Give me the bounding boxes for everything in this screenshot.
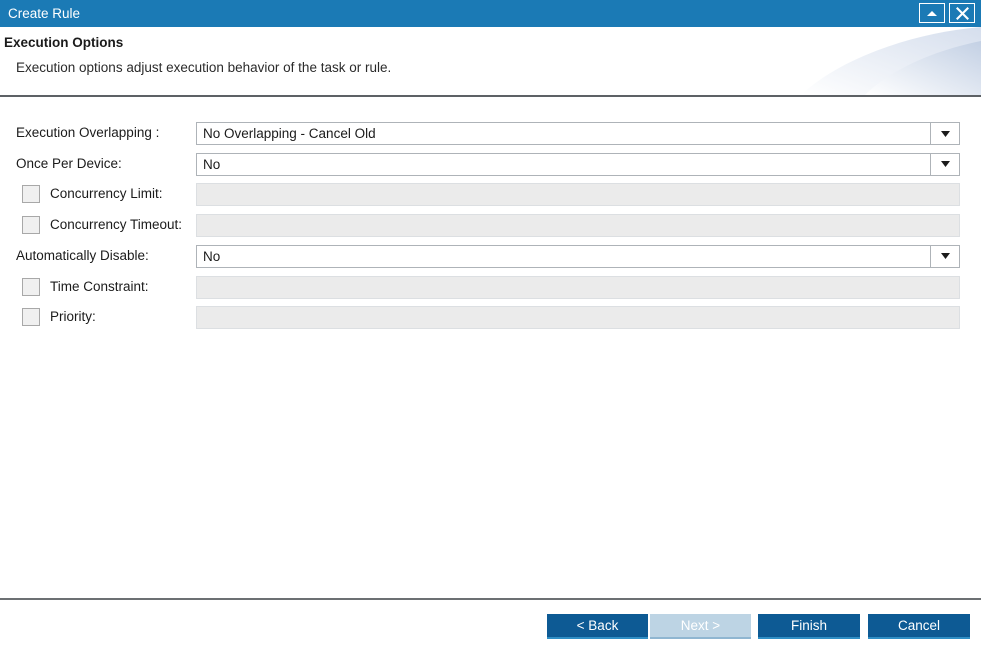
next-button[interactable]: Next >	[650, 614, 751, 639]
value-execution-overlapping: No Overlapping - Cancel Old	[203, 126, 376, 141]
execution-options-form: Execution Overlapping : No Overlapping - …	[0, 95, 981, 598]
checkbox-concurrency-timeout[interactable]	[22, 216, 40, 235]
window-title: Create Rule	[8, 6, 81, 21]
close-button[interactable]	[949, 3, 975, 23]
value-concurrency-timeout	[203, 215, 923, 236]
form-row-concurrency-limit: Concurrency Limit:	[0, 181, 981, 207]
form-row-execution-overlapping: Execution Overlapping : No Overlapping - …	[0, 120, 981, 146]
label-once-per-device: Once Per Device:	[16, 155, 122, 171]
input-concurrency-timeout	[196, 214, 960, 238]
back-button[interactable]: < Back	[547, 614, 648, 639]
value-priority	[203, 307, 923, 328]
checkbox-concurrency-limit[interactable]	[22, 185, 40, 204]
label-concurrency-timeout: Concurrency Timeout:	[50, 217, 183, 233]
checkbox-priority[interactable]	[22, 308, 40, 327]
label-concurrency-limit: Concurrency Limit:	[50, 186, 163, 202]
value-concurrency-limit	[203, 184, 923, 205]
page-title: Execution Options	[4, 35, 124, 50]
dropdown-once-per-device[interactable]: No	[196, 152, 960, 176]
close-x-icon	[955, 6, 969, 20]
form-row-once-per-device: Once Per Device: No	[0, 151, 981, 177]
form-row-priority: Priority:	[0, 304, 981, 330]
form-row-time-constraint: Time Constraint:	[0, 274, 981, 300]
value-time-constraint	[203, 277, 923, 298]
dropdown-execution-overlapping[interactable]: No Overlapping - Cancel Old	[196, 122, 960, 145]
finish-button[interactable]: Finish	[758, 614, 860, 639]
dropdown-automatically-disable[interactable]: No	[196, 244, 960, 268]
collapse-button[interactable]	[919, 3, 945, 23]
chevron-down-icon-execution-overlapping[interactable]	[930, 122, 960, 145]
wizard-footer: < Back Next > Finish Cancel	[0, 600, 981, 652]
window-titlebar: Create Rule	[0, 0, 981, 27]
chevron-down-icon-automatically-disable[interactable]	[930, 244, 960, 268]
input-priority	[196, 306, 960, 330]
input-time-constraint	[196, 275, 960, 299]
wizard-header: Execution Options Execution options adju…	[0, 27, 981, 95]
form-row-automatically-disable: Automatically Disable: No	[0, 243, 981, 269]
form-row-concurrency-timeout: Concurrency Timeout:	[0, 212, 981, 238]
label-execution-overlapping: Execution Overlapping :	[16, 125, 160, 140]
header-decoration-swoosh	[791, 27, 981, 95]
input-concurrency-limit	[196, 183, 960, 207]
label-time-constraint: Time Constraint:	[50, 278, 149, 294]
chevron-down-icon-once-per-device[interactable]	[930, 152, 960, 176]
checkbox-time-constraint[interactable]	[22, 277, 40, 296]
label-priority: Priority:	[50, 309, 96, 325]
page-description: Execution options adjust execution behav…	[16, 60, 392, 75]
caret-up-icon	[926, 9, 938, 17]
cancel-button[interactable]: Cancel	[868, 614, 970, 639]
value-automatically-disable: No	[203, 248, 221, 264]
label-automatically-disable: Automatically Disable:	[16, 247, 149, 263]
value-once-per-device: No	[203, 156, 221, 172]
